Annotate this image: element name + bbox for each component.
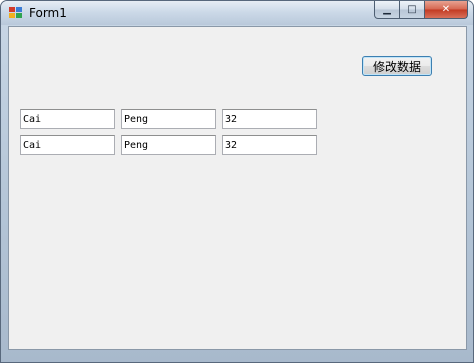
window-title: Form1 <box>29 6 67 20</box>
title-bar[interactable]: Form1 ▁ □ ✕ <box>1 1 473 25</box>
last-name-textbox-1[interactable] <box>121 109 216 129</box>
close-button[interactable]: ✕ <box>425 1 468 19</box>
minimize-icon: ▁ <box>383 4 391 15</box>
maximize-button[interactable]: □ <box>400 1 425 19</box>
age-textbox-2[interactable] <box>222 135 317 155</box>
window-bottom-border <box>8 351 467 357</box>
age-textbox-1[interactable] <box>222 109 317 129</box>
last-name-textbox-2[interactable] <box>121 135 216 155</box>
window-controls: ▁ □ ✕ <box>374 1 468 19</box>
first-name-textbox-1[interactable] <box>20 109 115 129</box>
modify-data-button[interactable]: 修改数据 <box>362 56 432 76</box>
first-name-textbox-2[interactable] <box>20 135 115 155</box>
winforms-app-icon <box>9 7 23 19</box>
minimize-button[interactable]: ▁ <box>374 1 400 19</box>
maximize-icon: □ <box>407 4 417 15</box>
form-client-area: 修改数据 <box>8 26 467 350</box>
close-icon: ✕ <box>441 4 451 15</box>
form1-window: Form1 ▁ □ ✕ 修改数据 <box>0 0 474 363</box>
